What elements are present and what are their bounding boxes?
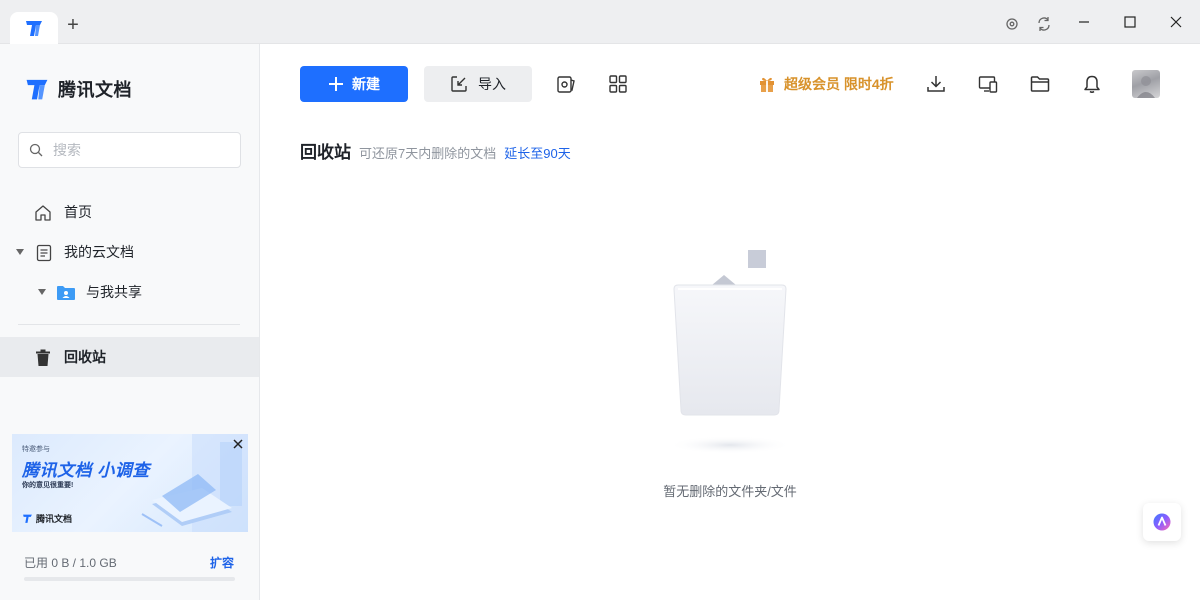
maximize-icon (1124, 16, 1136, 28)
storage-usage: 已用 0 B / 1.0 GB (24, 556, 117, 570)
avatar[interactable] (1132, 70, 1160, 98)
close-icon (1170, 16, 1182, 28)
trash-icon (36, 349, 50, 366)
document-icon (36, 244, 52, 262)
ai-assistant-button[interactable] (1143, 503, 1181, 541)
new-button[interactable]: 新建 (300, 66, 408, 102)
close-button[interactable] (1164, 10, 1188, 34)
sidebar-item-home[interactable]: 首页 (0, 192, 259, 232)
settings-icon[interactable] (1004, 16, 1020, 32)
plus-icon (329, 77, 343, 91)
import-button[interactable]: 导入 (424, 66, 532, 102)
expand-storage-link[interactable]: 扩容 (210, 554, 234, 571)
title-bar: + (0, 0, 1200, 44)
empty-state-text: 暂无删除的文件夹/文件 (663, 484, 797, 499)
vip-promo-label: 超级会员 限时4折 (784, 76, 894, 92)
new-button-label: 新建 (352, 76, 380, 92)
banner-close-icon[interactable] (232, 438, 244, 450)
app-logo-icon (23, 514, 32, 523)
vip-promo[interactable]: 超级会员 限时4折 (758, 74, 894, 94)
page-subtitle: 可还原7天内删除的文档 (359, 146, 497, 161)
download-icon[interactable] (926, 74, 946, 94)
sidebar-divider (18, 324, 240, 325)
sidebar-item-label: 首页 (64, 204, 92, 220)
sidebar-item-my-docs[interactable]: 我的云文档 (0, 232, 259, 272)
sidebar: 腾讯文档 首页 我的云文档 与我共享 (0, 44, 260, 600)
banner-illustration (141, 434, 248, 532)
empty-trash-illustration (668, 250, 792, 454)
search-box[interactable] (18, 132, 241, 168)
shared-folder-icon (57, 286, 75, 300)
banner-title: 腾讯文档 小调查 (22, 461, 150, 480)
search-icon (29, 143, 43, 157)
search-input[interactable] (53, 133, 233, 167)
app-logo-icon (26, 21, 42, 36)
sidebar-item-label: 与我共享 (86, 284, 142, 300)
avatar-image (1137, 76, 1155, 98)
gift-icon (760, 77, 774, 92)
banner-subtitle: 你的意见很重要! (22, 482, 74, 489)
sidebar-item-label: 我的云文档 (64, 244, 134, 260)
app-tab[interactable] (10, 12, 58, 44)
minimize-button[interactable] (1072, 10, 1096, 34)
template-icon[interactable] (556, 74, 576, 94)
page-heading: 回收站 可还原7天内删除的文档 延长至90天 (300, 138, 571, 163)
brand-name: 腾讯文档 (58, 80, 132, 100)
new-tab-button[interactable]: + (64, 15, 82, 35)
folder-icon[interactable] (1030, 74, 1050, 94)
storage-bar (24, 577, 235, 581)
ai-assistant-icon (1153, 513, 1171, 531)
page-title: 回收站 (300, 143, 351, 162)
bell-icon[interactable] (1082, 74, 1102, 94)
minimize-icon (1079, 21, 1089, 23)
devices-icon[interactable] (978, 74, 998, 94)
survey-banner[interactable]: 特邀参与 腾讯文档 小调查 你的意见很重要! 腾讯文档 (12, 434, 248, 532)
sidebar-item-trash[interactable]: 回收站 (0, 337, 259, 377)
app-logo-icon (26, 79, 48, 100)
brand[interactable]: 腾讯文档 (24, 76, 132, 102)
banner-brand: 腾讯文档 (22, 512, 72, 525)
banner-brand-name: 腾讯文档 (36, 514, 73, 524)
home-icon (35, 205, 51, 221)
maximize-button[interactable] (1118, 10, 1142, 34)
expand-caret-icon[interactable] (38, 289, 46, 295)
banner-tagline: 特邀参与 (22, 446, 50, 453)
expand-caret-icon[interactable] (16, 249, 24, 255)
import-icon (451, 76, 467, 92)
refresh-icon[interactable] (1036, 16, 1052, 32)
sidebar-item-label: 回收站 (64, 349, 106, 365)
import-button-label: 导入 (478, 76, 506, 92)
grid-view-icon[interactable] (608, 74, 628, 94)
sidebar-item-shared[interactable]: 与我共享 (0, 272, 259, 312)
extend-retention-link[interactable]: 延长至90天 (504, 143, 570, 162)
